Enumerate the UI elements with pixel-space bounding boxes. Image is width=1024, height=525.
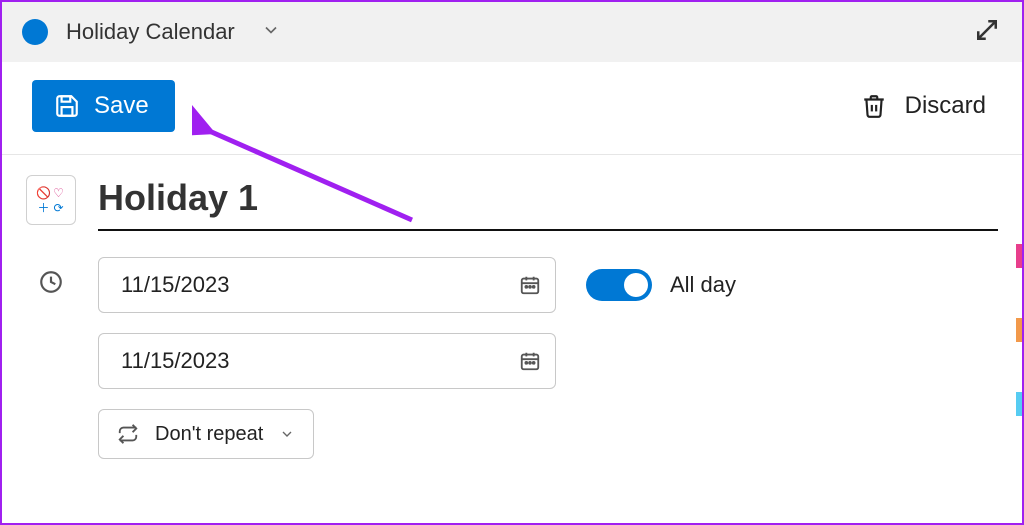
repeat-icon <box>117 423 139 445</box>
calendar-color-dot <box>22 19 48 45</box>
action-toolbar: Save Discard <box>2 62 1022 155</box>
repeat-dropdown[interactable]: Don't repeat <box>98 409 314 459</box>
calendar-icon <box>519 350 541 372</box>
title-row: 🚫♡＋⟳ <box>26 175 998 231</box>
emoji-picker-icon: 🚫♡＋⟳ <box>38 187 65 214</box>
clock-icon <box>26 257 76 295</box>
all-day-toggle[interactable] <box>586 269 652 301</box>
chevron-down-icon[interactable] <box>261 20 281 45</box>
calendar-name-label: Holiday Calendar <box>66 19 235 45</box>
calendar-header: Holiday Calendar <box>2 2 1022 62</box>
all-day-label: All day <box>670 272 736 298</box>
start-date-value: 11/15/2023 <box>121 272 519 298</box>
datetime-section: 11/15/2023 All day 11/15/2023 <box>26 257 998 459</box>
repeat-label: Don't repeat <box>155 423 263 446</box>
discard-button-label: Discard <box>905 92 986 120</box>
calendar-icon <box>519 274 541 296</box>
save-button-label: Save <box>94 92 149 120</box>
decorative-edge-marks <box>1016 244 1022 416</box>
trash-icon <box>861 93 887 119</box>
chevron-down-icon <box>279 426 295 442</box>
discard-button[interactable]: Discard <box>855 91 992 121</box>
start-date-input[interactable]: 11/15/2023 <box>98 257 556 313</box>
event-title-input[interactable] <box>98 175 998 231</box>
end-date-input[interactable]: 11/15/2023 <box>98 333 556 389</box>
expand-icon[interactable] <box>972 15 1002 50</box>
emoji-picker-button[interactable]: 🚫♡＋⟳ <box>26 175 76 225</box>
save-button[interactable]: Save <box>32 80 175 132</box>
end-date-value: 11/15/2023 <box>121 348 519 374</box>
save-icon <box>54 93 80 119</box>
